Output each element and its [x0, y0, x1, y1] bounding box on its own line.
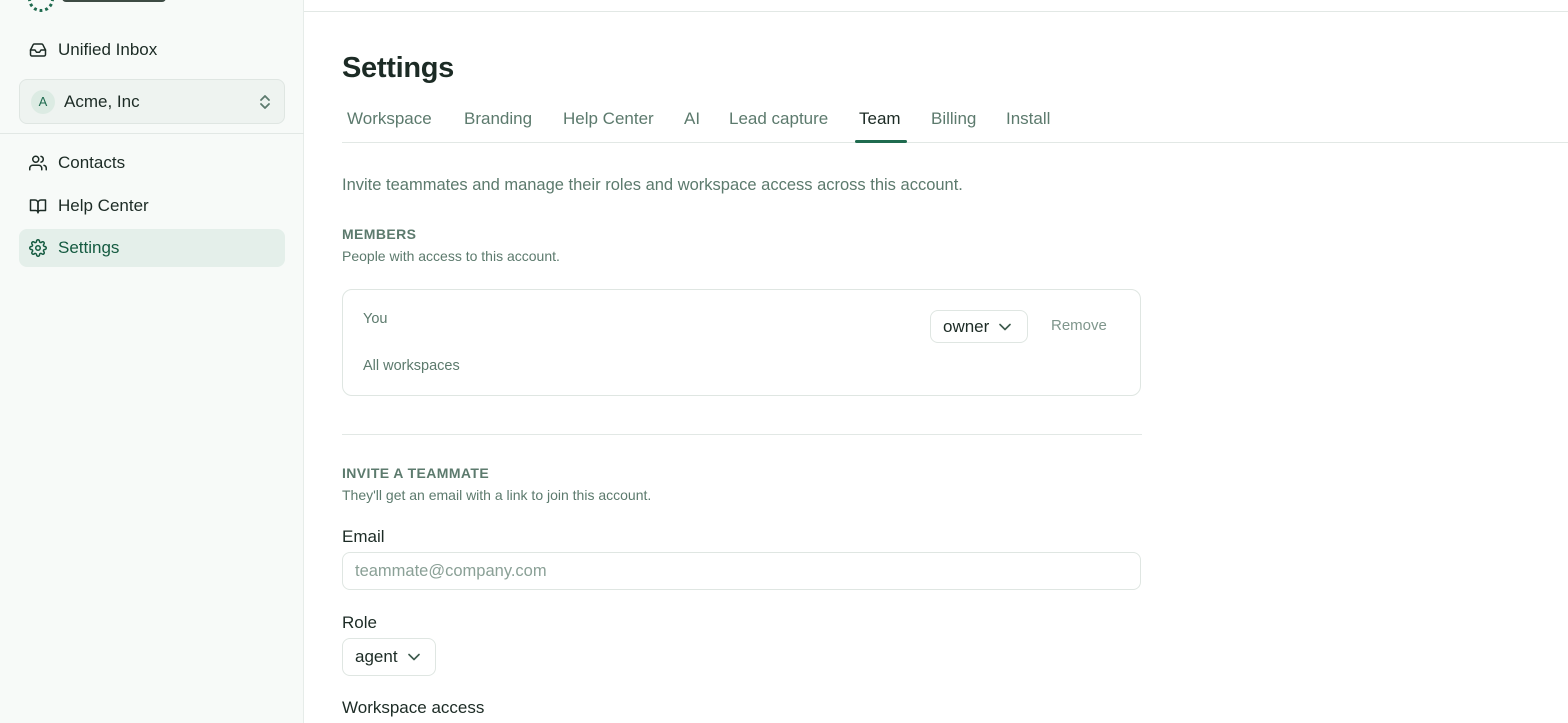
- sidebar-item-help-center[interactable]: Help Center: [19, 187, 285, 225]
- workspace-switcher[interactable]: A Acme, Inc: [19, 79, 285, 124]
- remove-member-button[interactable]: Remove: [1051, 317, 1107, 334]
- tab-branding[interactable]: Branding: [464, 109, 532, 143]
- member-name: You: [363, 311, 388, 327]
- sidebar-item-unified-inbox[interactable]: Unified Inbox: [19, 31, 285, 69]
- member-row: You All workspaces owner Remove: [342, 289, 1141, 396]
- email-label: Email: [342, 527, 385, 546]
- members-subtitle: People with access to this account.: [342, 248, 560, 264]
- chevron-down-icon: [407, 653, 420, 661]
- member-workspace-scope: All workspaces: [363, 358, 460, 374]
- workspace-name: Acme, Inc: [64, 91, 140, 111]
- logo-icon: [28, 0, 54, 12]
- chevron-down-icon: [999, 323, 1012, 331]
- role-label: Role: [342, 613, 377, 632]
- settings-tabs: Workspace Branding Help Center AI Lead c…: [342, 100, 1568, 143]
- gear-icon: [28, 238, 48, 258]
- workspace-access-label: Workspace access: [342, 698, 485, 717]
- book-icon: [28, 196, 48, 216]
- users-icon: [28, 153, 48, 173]
- sidebar-item-settings[interactable]: Settings: [19, 229, 285, 267]
- sidebar-item-label: Help Center: [58, 196, 149, 215]
- tab-help-center[interactable]: Help Center: [563, 109, 654, 143]
- member-role-select[interactable]: owner: [930, 310, 1028, 343]
- sidebar-item-label: Unified Inbox: [58, 40, 158, 59]
- sidebar-item-label: Contacts: [58, 153, 126, 172]
- email-field[interactable]: [342, 552, 1141, 590]
- invite-subtitle: They'll get an email with a link to join…: [342, 487, 652, 503]
- tab-install[interactable]: Install: [1006, 109, 1050, 143]
- page-title: Settings: [342, 52, 454, 84]
- inbox-icon: [28, 40, 48, 60]
- tab-team[interactable]: Team: [859, 109, 901, 143]
- active-tab-indicator: [855, 140, 907, 143]
- invite-role-value: agent: [355, 647, 398, 666]
- tab-ai[interactable]: AI: [684, 109, 700, 143]
- members-heading: MEMBERS: [342, 226, 417, 242]
- team-description: Invite teammates and manage their roles …: [342, 176, 963, 194]
- sidebar-item-label: Settings: [58, 238, 120, 257]
- workspace-avatar: A: [31, 89, 55, 114]
- chevron-up-down-icon: [258, 93, 272, 111]
- tab-workspace[interactable]: Workspace: [347, 109, 432, 143]
- topbar-divider: [304, 11, 1568, 12]
- sidebar-divider: [0, 133, 304, 134]
- tab-lead-capture[interactable]: Lead capture: [729, 109, 828, 143]
- sidebar-item-contacts[interactable]: Contacts: [19, 144, 285, 182]
- tab-billing[interactable]: Billing: [931, 109, 976, 143]
- logo-wordmark: [62, 0, 166, 4]
- invite-role-select[interactable]: agent: [342, 638, 436, 676]
- member-role-value: owner: [943, 316, 990, 336]
- section-divider: [342, 434, 1142, 435]
- sidebar: Unified Inbox A Acme, Inc Contacts Help …: [0, 0, 304, 723]
- invite-heading: INVITE A TEAMMATE: [342, 465, 490, 481]
